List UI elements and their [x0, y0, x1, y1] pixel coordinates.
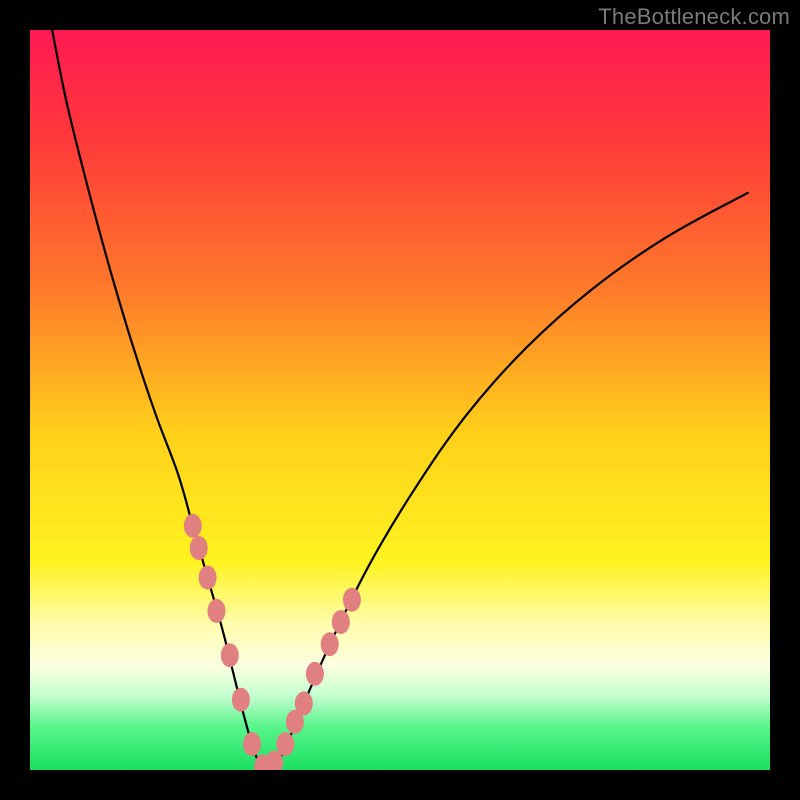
- chart-frame: TheBottleneck.com: [0, 0, 800, 800]
- chart-overlay: [30, 30, 770, 770]
- data-marker: [276, 732, 294, 756]
- data-marker: [321, 632, 339, 656]
- bottleneck-curve: [52, 30, 748, 770]
- data-marker: [221, 643, 239, 667]
- data-marker: [306, 662, 324, 686]
- data-marker: [343, 588, 361, 612]
- watermark-text: TheBottleneck.com: [598, 4, 790, 30]
- marker-group: [184, 514, 361, 770]
- data-marker: [332, 610, 350, 634]
- data-marker: [232, 688, 250, 712]
- data-marker: [243, 732, 261, 756]
- data-marker: [207, 599, 225, 623]
- data-marker: [199, 566, 217, 590]
- data-marker: [295, 691, 313, 715]
- data-marker: [190, 536, 208, 560]
- data-marker: [184, 514, 202, 538]
- plot-area: [30, 30, 770, 770]
